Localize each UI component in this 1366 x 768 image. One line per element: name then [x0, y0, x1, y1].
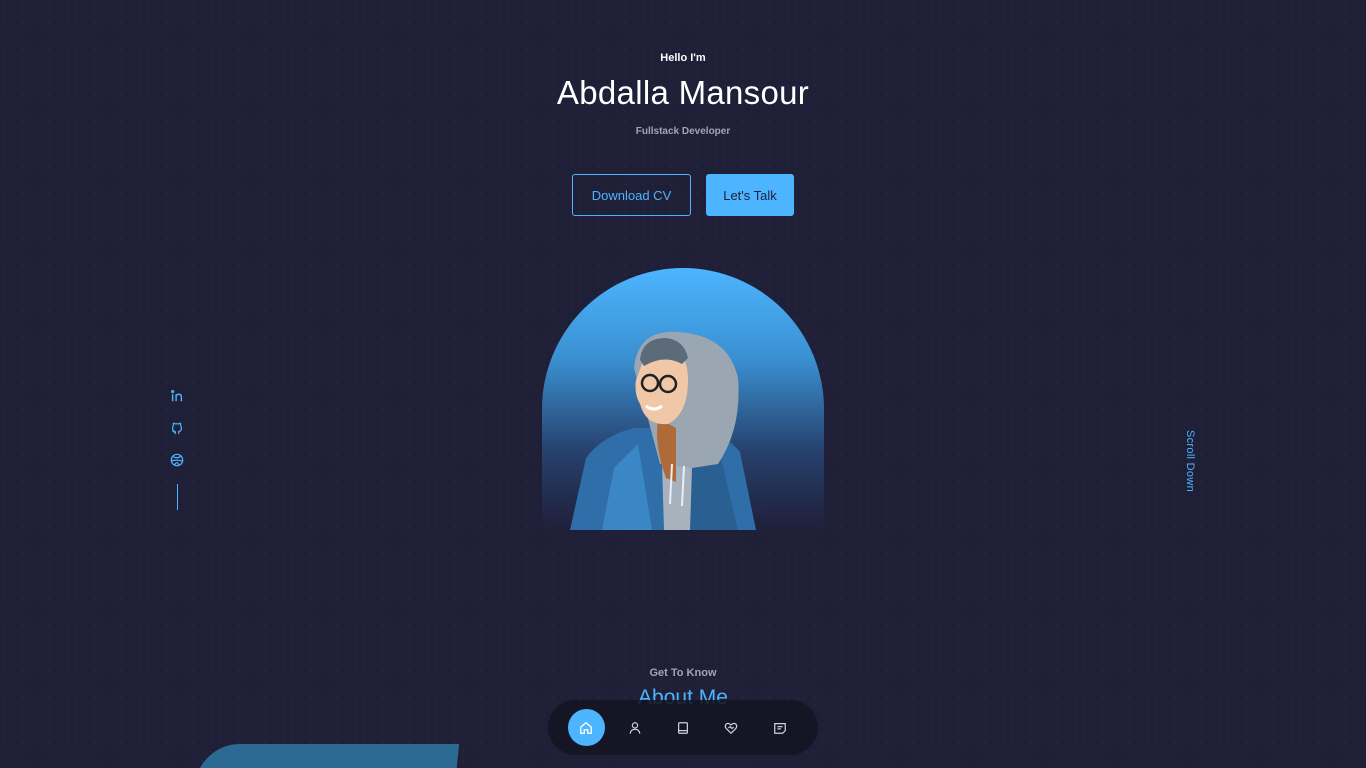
greeting: Hello I'm [660, 52, 706, 64]
decorative-shape [192, 744, 460, 768]
person-illustration [570, 331, 756, 530]
messages-icon [773, 722, 786, 734]
job-title: Fullstack Developer [635, 126, 731, 137]
scroll-down-link[interactable]: Scroll Down [1184, 430, 1196, 492]
nav-experience[interactable] [664, 709, 701, 746]
nav-about[interactable] [616, 709, 653, 746]
bottom-nav [548, 700, 818, 755]
home-icon [580, 721, 593, 734]
lets-talk-button[interactable]: Let's Talk [706, 174, 794, 216]
github-icon[interactable] [169, 420, 185, 436]
dribbble-icon[interactable] [169, 452, 185, 468]
nav-contact[interactable] [761, 709, 798, 746]
social-divider [176, 484, 178, 510]
social-links [166, 388, 188, 510]
page-title: Abdalla Mansour [556, 74, 810, 111]
linkedin-icon[interactable] [169, 388, 185, 404]
book-icon [677, 721, 688, 734]
nav-services[interactable] [713, 709, 750, 746]
nav-home[interactable] [567, 709, 605, 746]
about-subtitle: Get To Know [649, 667, 717, 679]
services-icon [725, 722, 738, 734]
profile-photo [542, 268, 824, 530]
user-icon [629, 721, 641, 734]
download-cv-button[interactable]: Download CV [572, 174, 691, 216]
